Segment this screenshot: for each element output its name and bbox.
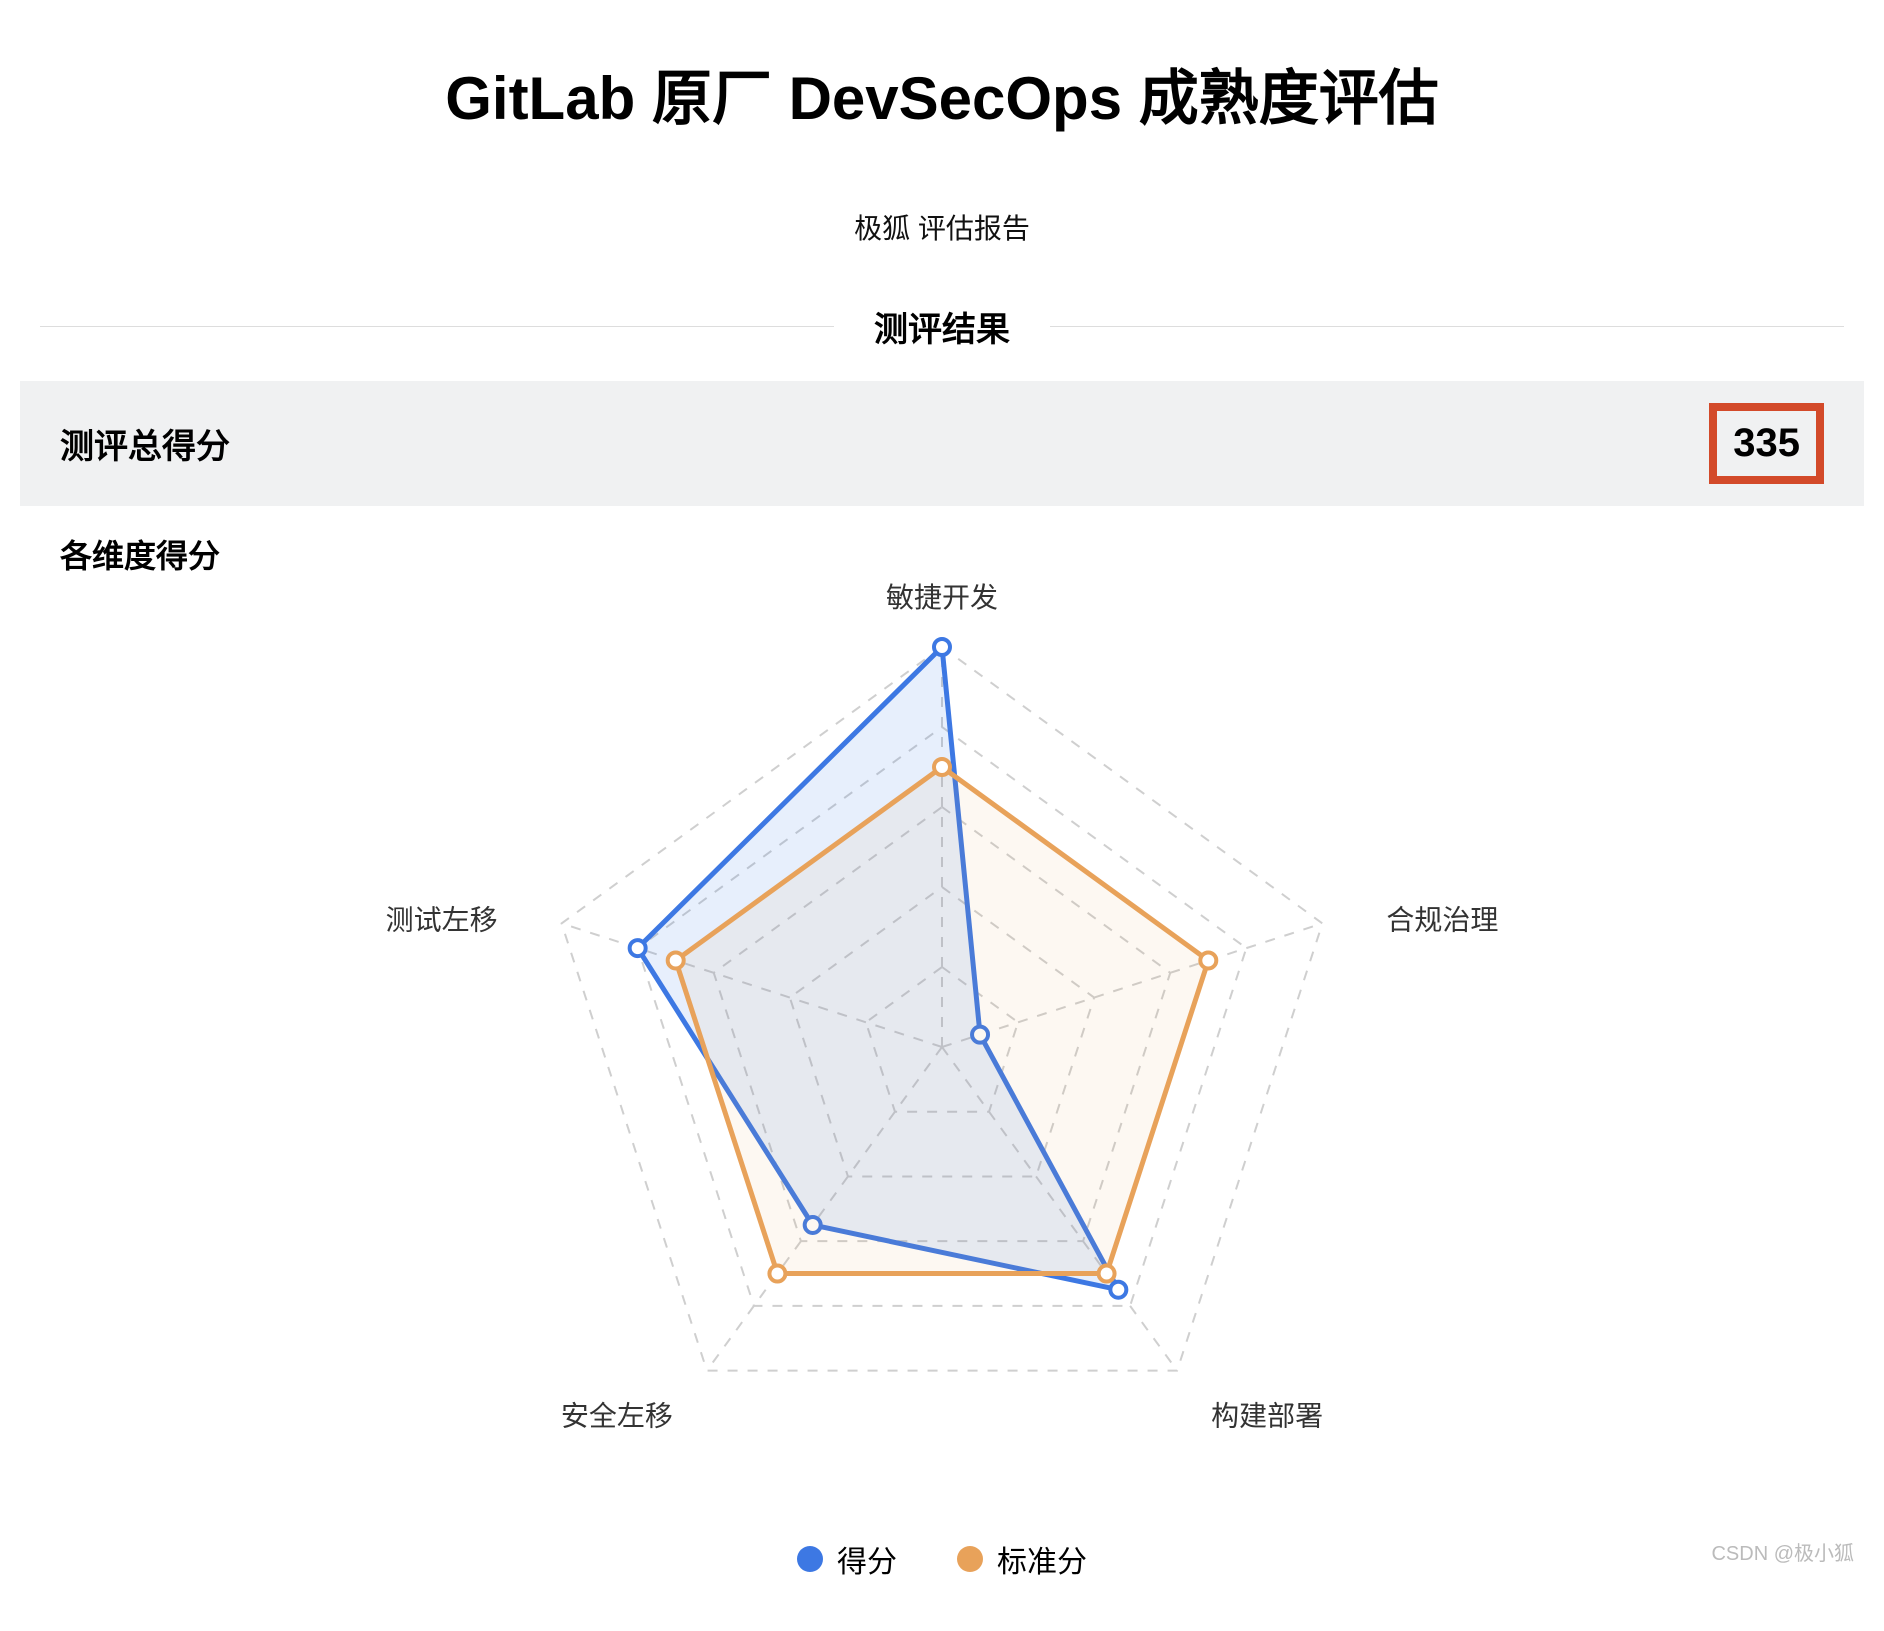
total-score-highlight: 335 (1709, 403, 1824, 484)
legend: 得分 标准分 (60, 1537, 1824, 1581)
data-point (630, 940, 646, 956)
legend-label-standard: 标准分 (997, 1537, 1087, 1581)
divider-line (1050, 326, 1844, 327)
data-point (1110, 1282, 1126, 1298)
data-point (934, 759, 950, 775)
legend-label-score: 得分 (837, 1537, 897, 1581)
data-point (769, 1266, 785, 1282)
legend-item-score: 得分 (797, 1537, 897, 1581)
axis-label: 测试左移 (386, 904, 498, 935)
total-score-row: 测评总得分 335 (20, 381, 1864, 506)
chart-panel: 各维度得分 敏捷开发合规治理构建部署安全左移测试左移 得分 标准分 (20, 531, 1864, 1591)
watermark: CSDN @极小狐 (1711, 1537, 1854, 1566)
total-score-value: 335 (1733, 421, 1800, 466)
axis-label: 敏捷开发 (886, 582, 998, 613)
legend-dot-score (797, 1546, 823, 1572)
data-point (1200, 952, 1216, 968)
subtitle: 极狐 评估报告 (20, 207, 1864, 247)
data-point (934, 639, 950, 655)
data-point (668, 952, 684, 968)
data-point (1099, 1266, 1115, 1282)
section-divider: 测评结果 (20, 302, 1864, 351)
total-score-label: 测评总得分 (60, 419, 230, 468)
radar-chart: 敏捷开发合规治理构建部署 安全左移 测试左移 (292, 517, 1592, 1527)
section-label: 测评结果 (874, 302, 1010, 351)
axis-label: 构建部署 (1211, 1401, 1323, 1432)
axis-label: 安全左移 (561, 1401, 673, 1432)
legend-dot-standard (957, 1546, 983, 1572)
page-title: GitLab 原厂 DevSecOps 成熟度评估 (20, 50, 1864, 137)
axis-label: 合规治理 (1386, 904, 1498, 935)
legend-item-standard: 标准分 (957, 1537, 1087, 1581)
divider-line (40, 326, 834, 327)
